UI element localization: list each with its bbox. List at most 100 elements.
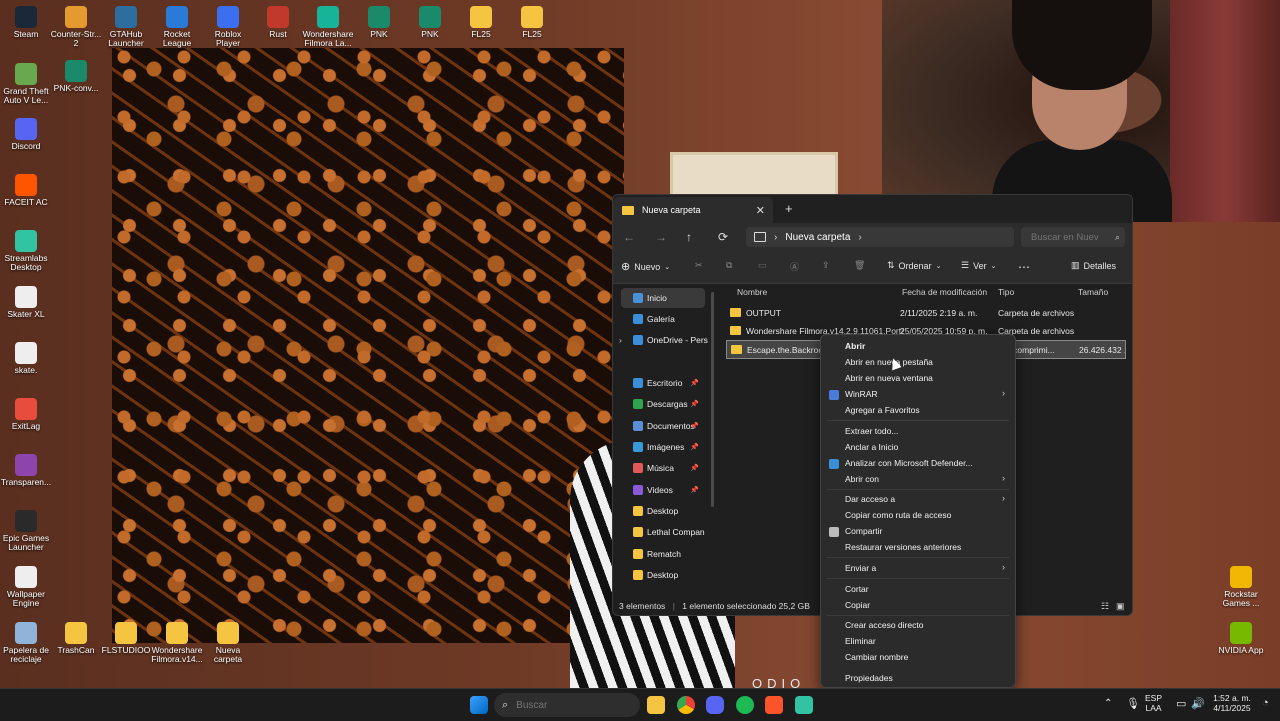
chevron-right-icon[interactable]: › [619, 335, 622, 345]
chrome-icon[interactable] [677, 696, 695, 714]
desktop-icon-left-5[interactable]: Skater XL [0, 286, 52, 319]
details-view-icon[interactable]: ☷ [1101, 601, 1109, 612]
sidebar-item[interactable]: Inicio [621, 288, 705, 308]
back-arrow-icon[interactable]: ← [623, 230, 635, 244]
sidebar-item[interactable]: Documentos 📌 [613, 416, 711, 436]
desktop-icon-left-7[interactable]: ExitLag [0, 398, 52, 431]
context-menu-item[interactable]: Enviar a [845, 563, 1005, 573]
context-menu-item[interactable]: Agregar a Favoritos [845, 405, 1005, 415]
desktop-icon-top-4[interactable]: Roblox Player [202, 6, 254, 48]
desktop-icon-left-0[interactable]: Grand Theft Auto V Le... [0, 63, 52, 105]
context-menu-item[interactable]: Abrir con [845, 474, 1005, 484]
streamlabs-icon[interactable] [795, 696, 813, 714]
microphone-icon[interactable]: 🎙 [1126, 697, 1140, 710]
context-menu-item[interactable]: Restaurar versiones anteriores [845, 542, 1005, 552]
desktop-icon-left-9[interactable]: Epic Games Launcher [0, 510, 52, 552]
forward-arrow-icon[interactable]: → [655, 230, 667, 244]
sidebar-item[interactable]: Escritorio 📌 [613, 373, 711, 393]
address-box[interactable]: › Nueva carpeta › [746, 227, 1014, 247]
tab-nueva-carpeta[interactable]: Nueva carpeta ✕ [613, 197, 773, 223]
desktop-icon-bottom-0[interactable]: Papelera de reciclaje [0, 622, 52, 664]
language-indicator[interactable]: ESP LAA [1145, 693, 1162, 713]
pane-scrollbar[interactable] [711, 292, 714, 507]
breadcrumb[interactable]: Nueva carpeta [785, 232, 850, 243]
desktop-icon-left-3[interactable]: FACEIT AC [0, 174, 52, 207]
view-button[interactable]: ☰ Ver ⌄ [961, 260, 996, 271]
desktop-icon-left-8[interactable]: Transparen... [0, 454, 52, 487]
tiles-view-icon[interactable]: ▣ [1116, 601, 1125, 612]
column-name[interactable]: Nombre [737, 287, 767, 297]
sidebar-item[interactable]: Lethal Compan [613, 522, 711, 542]
context-menu-item[interactable]: Compartir [845, 526, 1005, 536]
context-menu-item[interactable]: Abrir [845, 341, 1005, 351]
desktop-icon-left-1[interactable]: PNK-conv... [50, 60, 102, 93]
desktop-icon-top-10[interactable]: FL25 [506, 6, 558, 39]
context-menu-item[interactable]: Abrir en nueva ventana [845, 373, 1005, 383]
desktop-icon-right-0[interactable]: Rockstar Games ... [1215, 566, 1267, 608]
desktop-icon-left-6[interactable]: skate. [0, 342, 52, 375]
discord-icon[interactable] [706, 696, 724, 714]
volume-icon[interactable]: 🔊 [1191, 697, 1205, 710]
context-menu-item[interactable]: Propiedades [845, 673, 1005, 683]
sidebar-item[interactable]: Música 📌 [613, 458, 711, 478]
share-icon[interactable]: ⇪ [822, 260, 830, 271]
network-icon[interactable]: ▭ [1176, 697, 1186, 710]
refresh-icon[interactable]: ⟳ [718, 230, 728, 244]
sidebar-item[interactable]: Videos 📌 [613, 480, 711, 500]
new-button[interactable]: ⊕ Nuevo ⌄ [621, 260, 670, 273]
column-size[interactable]: Tamaño [1078, 287, 1108, 297]
cut-icon[interactable]: ✂ [695, 260, 703, 271]
sidebar-item[interactable]: › OneDrive - Pers [613, 330, 711, 350]
copy-icon[interactable]: ⧉ [726, 260, 732, 271]
desktop-icon-left-2[interactable]: Discord [0, 118, 52, 151]
rename-icon[interactable]: Ⓐ [790, 260, 799, 273]
notification-icon[interactable]: ◔ [1262, 697, 1269, 709]
context-menu-item[interactable]: WinRAR [845, 389, 1005, 399]
context-menu-item[interactable]: Cortar [845, 584, 1005, 594]
context-menu-item[interactable]: Cambiar nombre [845, 652, 1005, 662]
brave-icon[interactable] [765, 696, 783, 714]
sidebar-item[interactable]: Galería [613, 309, 711, 329]
desktop-icon-bottom-4[interactable]: Nueva carpeta [202, 622, 254, 664]
column-date[interactable]: Fecha de modificación [902, 287, 987, 297]
desktop-icon-right-1[interactable]: NVIDIA App [1215, 622, 1267, 655]
column-type[interactable]: Tipo [998, 287, 1014, 297]
desktop-icon-left-4[interactable]: Streamlabs Desktop [0, 230, 52, 272]
close-tab-icon[interactable]: ✕ [756, 204, 765, 217]
desktop-icon-top-7[interactable]: PNK [353, 6, 405, 39]
new-tab-button[interactable]: + [785, 201, 793, 216]
desktop-icon-top-8[interactable]: PNK [404, 6, 456, 39]
context-menu-item[interactable]: Dar acceso a [845, 494, 1005, 504]
sidebar-item[interactable]: Desktop [613, 501, 711, 521]
context-menu-item[interactable]: Extraer todo... [845, 426, 1005, 436]
context-menu-item[interactable]: Abrir en nueva pestaña [845, 357, 1005, 367]
desktop-icon-top-3[interactable]: Rocket League [151, 6, 203, 48]
desktop-icon-top-6[interactable]: Wondershare Filmora La... [302, 6, 354, 48]
desktop-icon-bottom-3[interactable]: Wondershare Filmora.v14... [151, 622, 203, 664]
clock[interactable]: 1:52 a. m. 4/11/2025 [1207, 693, 1257, 713]
details-button[interactable]: ▥ Detalles [1071, 260, 1116, 271]
context-menu-item[interactable]: Eliminar [845, 636, 1005, 646]
desktop-icon-left-10[interactable]: Wallpaper Engine [0, 566, 52, 608]
desktop-icon-bottom-1[interactable]: TrashCan [50, 622, 102, 655]
taskbar-search-input[interactable] [514, 698, 619, 712]
sidebar-item[interactable]: Rematch [613, 544, 711, 564]
search-input[interactable] [1029, 230, 1115, 244]
delete-icon[interactable]: 🗑 [854, 260, 865, 271]
spotify-icon[interactable] [736, 696, 754, 714]
sidebar-item[interactable]: Descargas 📌 [613, 394, 711, 414]
desktop-icon-top-5[interactable]: Rust [252, 6, 304, 39]
file-row[interactable]: OUTPUT 2/11/2025 2:19 a. m. Carpeta de arc… [726, 304, 1124, 321]
context-menu-item[interactable]: Anclar a Inicio [845, 442, 1005, 452]
sidebar-item[interactable]: Imágenes 📌 [613, 437, 711, 457]
search-box[interactable]: ⌕ [1021, 227, 1125, 247]
more-options-icon[interactable]: ⋯ [1018, 260, 1030, 274]
desktop-icon-top-0[interactable]: Steam [0, 6, 52, 39]
context-menu-item[interactable]: Analizar con Microsoft Defender... [845, 458, 1005, 468]
desktop-icon-top-1[interactable]: Counter-Str... 2 [50, 6, 102, 48]
sidebar-item[interactable]: Desktop [613, 565, 711, 585]
paste-icon[interactable]: ▭ [758, 260, 767, 271]
sort-button[interactable]: ⇅ Ordenar ⌄ [887, 260, 941, 271]
taskbar-search[interactable]: ⌕ [494, 693, 640, 717]
context-menu-item[interactable]: Copiar como ruta de acceso [845, 510, 1005, 520]
